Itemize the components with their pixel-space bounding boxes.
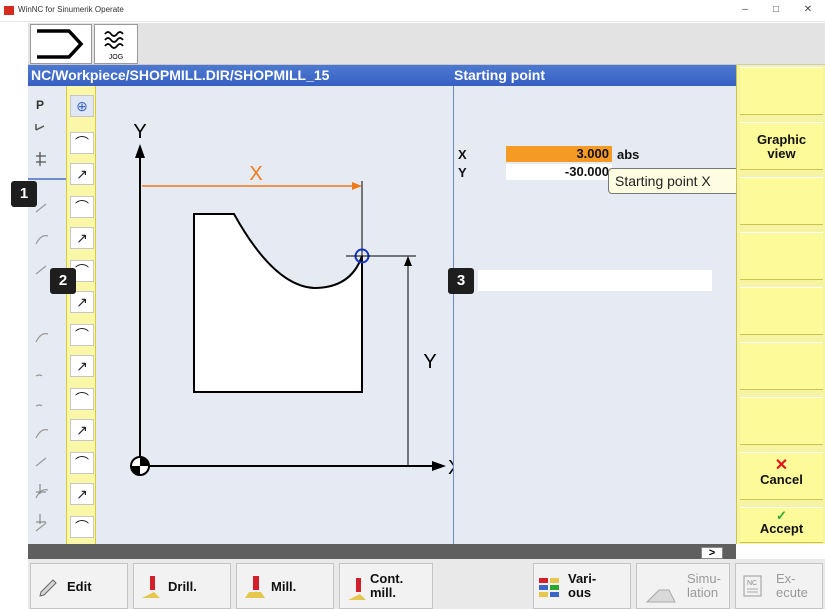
y-axis-label: Y (133, 121, 146, 143)
simulation-line-2: lation (687, 585, 719, 600)
next-page-button[interactable]: > (701, 547, 723, 559)
various-line-1: Vari- (568, 571, 597, 586)
element-line-icon[interactable]: ↗ (70, 355, 94, 377)
app-icon (4, 6, 14, 15)
callout-2: 2 (50, 268, 76, 294)
param-y-label: Y (458, 165, 467, 180)
contour-element-column: ⊕ ⌒ ↗ ⌒ ↗ ⌒ ↗ ⌒ ↗ ⌒ ↗ ⌒ ↗ ⌒ (66, 86, 96, 544)
mill-label: Mill. (271, 579, 297, 594)
help-graphic: Y X X Y (96, 86, 453, 544)
start-point-element[interactable]: ⊕ (70, 95, 94, 117)
element-line-icon[interactable]: ↗ (70, 419, 94, 441)
title-bar: WinNC for Sinumerik Operate – □ ✕ (0, 0, 825, 22)
element-arc-icon[interactable]: ⌒ (70, 388, 94, 410)
simulation-label: Simu- lation (687, 572, 721, 600)
contour-mill-line-2: mill. (370, 585, 397, 600)
drill-label: Drill. (168, 579, 197, 594)
element-line-icon[interactable]: ↗ (70, 483, 94, 505)
callout-3: 3 (448, 268, 474, 294)
element-arc-icon[interactable]: ⌒ (70, 196, 94, 218)
cancel-icon: ✕ (774, 457, 789, 474)
execute-label: Ex- ecute (776, 572, 808, 600)
block-icons (28, 124, 66, 532)
contour-mill-softkey[interactable]: Cont. mill. (339, 563, 433, 609)
various-icon (539, 578, 559, 597)
dim-y-label: Y (423, 351, 436, 373)
element-line-icon[interactable]: ↗ (70, 227, 94, 249)
contour-mill-icon (348, 578, 366, 600)
accept-label: Accept (759, 521, 804, 536)
cancel-label: Cancel (760, 472, 803, 487)
header-bar: NC/Workpiece/SHOPMILL.DIR/SHOPMILL_15 St… (28, 65, 736, 86)
softkey-6[interactable] (740, 342, 823, 390)
simulation-line-1: Simu- (687, 571, 721, 586)
various-label: Vari- ous (568, 572, 596, 600)
graphic-view-softkey[interactable]: Graphic view (740, 122, 823, 170)
simulation-softkey[interactable]: Simu- lation (636, 563, 730, 609)
edit-label: Edit (67, 579, 92, 594)
softkey-3[interactable] (740, 177, 823, 225)
info-field (478, 270, 712, 291)
start-point-diagram: Y X X Y (130, 121, 453, 479)
execute-line-1: Ex- (776, 571, 796, 586)
cancel-softkey[interactable]: ✕ Cancel (740, 452, 823, 500)
top-toolbar: JOG (28, 23, 825, 65)
softkey-7[interactable] (740, 397, 823, 445)
status-bar (28, 544, 736, 559)
mill-softkey[interactable]: Mill. (236, 563, 334, 609)
vertical-softkey-bar: Graphic view ✕ Cancel ✓ Accept (736, 65, 825, 544)
various-line-2: ous (568, 585, 592, 600)
graphic-view-label-1: Graphic (756, 132, 807, 147)
close-button[interactable]: ✕ (795, 2, 821, 18)
maximize-button[interactable]: □ (763, 2, 789, 18)
param-x-label: X (458, 147, 467, 162)
starting-point-x-input[interactable]: 3.000 (506, 146, 612, 162)
machine-area-button[interactable] (30, 24, 92, 64)
various-softkey[interactable]: Vari- ous (533, 563, 631, 609)
app-window: WinNC for Sinumerik Operate – □ ✕ JOG NC… (0, 0, 825, 609)
starting-point-y-input[interactable]: -30.000 (506, 164, 612, 180)
element-arc-icon[interactable]: ⌒ (70, 516, 94, 538)
jog-mode-button[interactable]: JOG (94, 24, 138, 64)
element-line-icon[interactable]: ↗ (70, 291, 94, 313)
drill-icon (142, 576, 160, 598)
dim-x-label: X (249, 163, 262, 185)
softkey-5[interactable] (740, 287, 823, 335)
nc-execute-icon: NC (743, 575, 762, 597)
softkey-4[interactable] (740, 232, 823, 280)
element-arc-icon[interactable]: ⌒ (70, 132, 94, 154)
element-arc-icon[interactable]: ⌒ (70, 324, 94, 346)
element-line-icon[interactable]: ↗ (70, 163, 94, 185)
accept-softkey[interactable]: ✓ Accept (740, 507, 823, 543)
pencil-icon (39, 579, 57, 597)
param-x-unit: abs (617, 147, 640, 162)
window-title: WinNC for Sinumerik Operate (18, 5, 124, 14)
dialog-title: Starting point (454, 67, 545, 83)
arrow-shape-icon (37, 29, 84, 59)
program-block-column: P (28, 86, 66, 544)
jog-label: JOG (109, 54, 123, 61)
program-path: NC/Workpiece/SHOPMILL.DIR/SHOPMILL_15 (31, 67, 330, 83)
graphic-view-label-2: view (767, 146, 796, 161)
simulation-icon (645, 589, 676, 603)
drill-softkey[interactable]: Drill. (133, 563, 231, 609)
svg-text:NC: NC (747, 580, 757, 587)
contour-mill-label: Cont. mill. (370, 572, 403, 600)
edit-softkey[interactable]: Edit (30, 563, 128, 609)
execute-softkey[interactable]: NC Ex- ecute (735, 563, 823, 609)
mill-icon (245, 576, 265, 598)
execute-line-2: ecute (776, 585, 808, 600)
wave-icon: JOG (104, 31, 124, 61)
softkey-1[interactable] (740, 67, 823, 115)
contour-mill-line-1: Cont. (370, 571, 404, 586)
callout-1: 1 (11, 181, 37, 207)
minimize-button[interactable]: – (732, 2, 758, 18)
element-arc-icon[interactable]: ⌒ (70, 452, 94, 474)
